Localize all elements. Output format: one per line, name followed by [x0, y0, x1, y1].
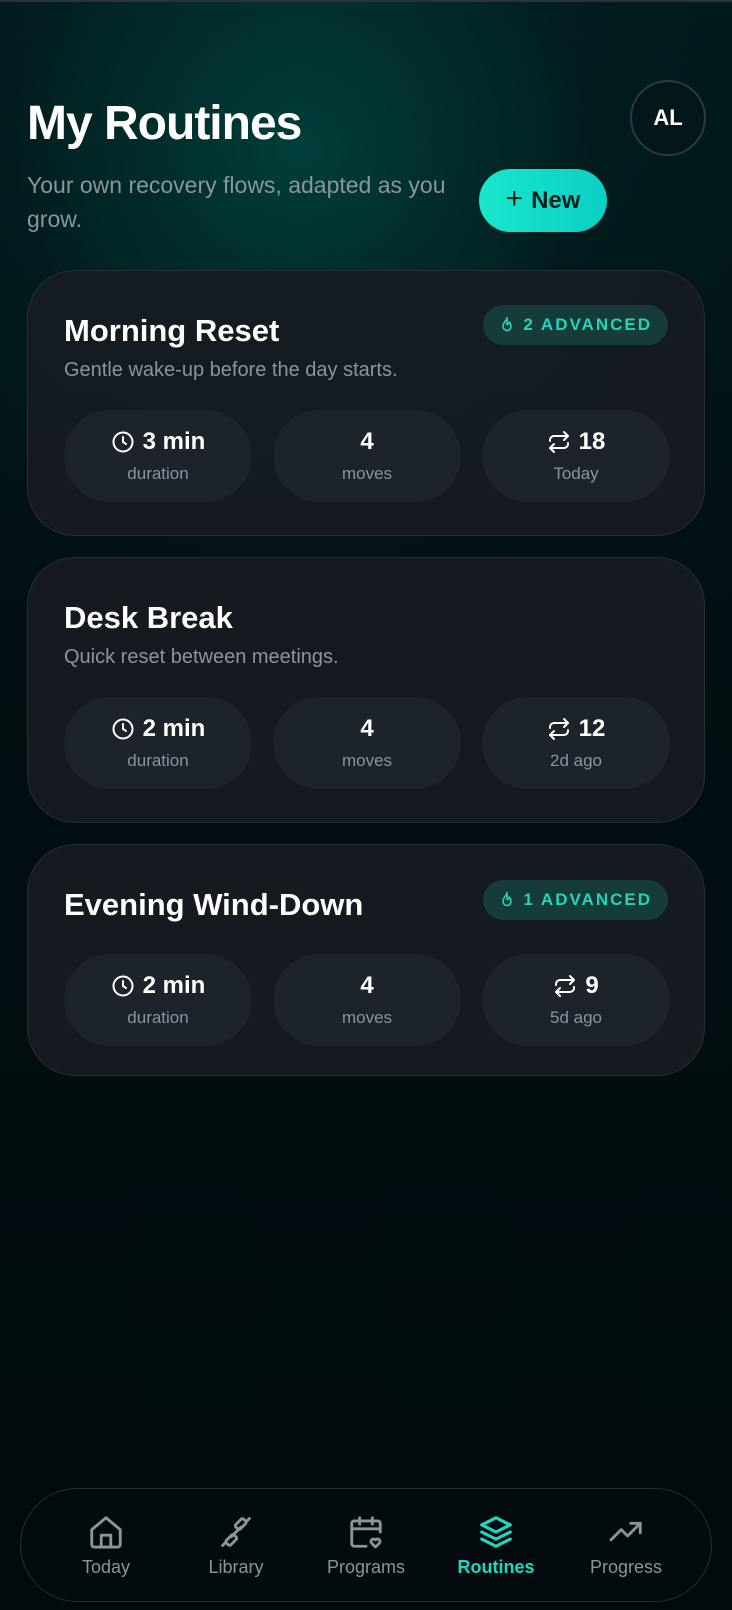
- advanced-badge: 2 ADVANCED: [483, 305, 668, 345]
- advanced-badge: 1 ADVANCED: [483, 880, 668, 920]
- moves-label: moves: [341, 1008, 393, 1027]
- routine-card-evening-wind-down[interactable]: Evening Wind-Down 1 ADVANCED 2 min durat…: [27, 844, 705, 1076]
- flame-icon: [502, 316, 513, 332]
- moves-stat: 4 moves: [273, 410, 461, 502]
- routine-stats: 2 min duration 4 moves 12 2d ago: [64, 697, 670, 789]
- routine-description: Quick reset between meetings.: [64, 646, 339, 668]
- duration-label: duration: [127, 464, 189, 483]
- nav-item-programs[interactable]: Programs: [306, 1513, 426, 1578]
- duration-value: 3 min: [142, 428, 206, 455]
- duration-label: duration: [127, 1008, 189, 1027]
- nav-label: Today: [81, 1556, 131, 1577]
- new-button-label: New: [531, 186, 581, 214]
- flame-icon: [502, 891, 513, 907]
- trending-up-icon: [609, 1521, 642, 1541]
- routine-card-morning-reset[interactable]: Morning Reset 2 ADVANCED Gentle wake-up …: [27, 270, 705, 536]
- last-done-label: 2d ago: [550, 751, 602, 770]
- clock-icon: [112, 975, 134, 997]
- nav-item-routines[interactable]: Routines: [436, 1513, 556, 1578]
- home-icon: [90, 1515, 122, 1548]
- moves-stat: 4 moves: [273, 697, 461, 789]
- repeat-stat: 18 Today: [482, 410, 670, 502]
- duration-stat: 3 min duration: [64, 410, 252, 502]
- plus-icon: +: [505, 182, 524, 215]
- routine-description: Gentle wake-up before the day starts.: [64, 359, 398, 381]
- routine-stats: 2 min duration 4 moves 9 5d ago: [64, 954, 670, 1046]
- repeat-stat: 9 5d ago: [482, 954, 670, 1046]
- routine-title: Desk Break: [64, 600, 233, 635]
- badge-label: 1 ADVANCED: [523, 890, 652, 909]
- nav-label: Progress: [589, 1556, 663, 1577]
- top-divider: [0, 0, 732, 2]
- repeat-count: 18: [578, 428, 606, 455]
- avatar-initials: AL: [653, 105, 683, 130]
- routine-stats: 3 min duration 4 moves 18 Today: [64, 410, 670, 502]
- nav-label: Programs: [326, 1556, 406, 1577]
- dumbbell-icon: [221, 1516, 251, 1547]
- last-done-label: 5d ago: [550, 1008, 602, 1027]
- duration-stat: 2 min duration: [64, 697, 252, 789]
- repeat-stat: 12 2d ago: [482, 697, 670, 789]
- duration-value: 2 min: [142, 972, 206, 999]
- repeat-count: 12: [578, 715, 606, 742]
- page-subtitle: Your own recovery flows, adapted as you …: [27, 172, 446, 232]
- routine-title: Evening Wind-Down: [64, 887, 364, 922]
- clock-icon: [112, 431, 134, 453]
- routine-title: Morning Reset: [64, 313, 280, 348]
- routine-card-desk-break[interactable]: Desk Break Quick reset between meetings.…: [27, 557, 705, 823]
- nav-label: Library: [208, 1556, 264, 1577]
- last-done-label: Today: [553, 464, 599, 483]
- nav-item-progress[interactable]: Progress: [566, 1513, 686, 1578]
- moves-value: 4: [360, 972, 374, 999]
- calendar-heart-icon: [350, 1515, 382, 1548]
- moves-stat: 4 moves: [273, 954, 461, 1046]
- layers-icon: [480, 1515, 512, 1548]
- bottom-nav: Today Library Programs Routines Progress: [20, 1488, 712, 1602]
- repeat-icon: [555, 975, 576, 997]
- badge-label: 2 ADVANCED: [523, 315, 652, 334]
- page-header: My Routines Your own recovery flows, ada…: [27, 80, 707, 246]
- avatar[interactable]: AL: [630, 80, 706, 156]
- repeat-icon: [548, 718, 569, 740]
- nav-item-today[interactable]: Today: [46, 1513, 166, 1578]
- nav-item-library[interactable]: Library: [176, 1513, 296, 1578]
- moves-value: 4: [360, 428, 374, 455]
- moves-value: 4: [360, 715, 374, 742]
- duration-stat: 2 min duration: [64, 954, 252, 1046]
- nav-label: Routines: [457, 1556, 535, 1577]
- duration-value: 2 min: [142, 715, 206, 742]
- clock-icon: [112, 718, 134, 740]
- repeat-count: 9: [585, 972, 599, 999]
- new-routine-button[interactable]: + New: [479, 169, 607, 232]
- page-title: My Routines: [27, 97, 302, 150]
- repeat-icon: [548, 431, 569, 453]
- moves-label: moves: [341, 751, 393, 770]
- moves-label: moves: [341, 464, 393, 483]
- duration-label: duration: [127, 751, 189, 770]
